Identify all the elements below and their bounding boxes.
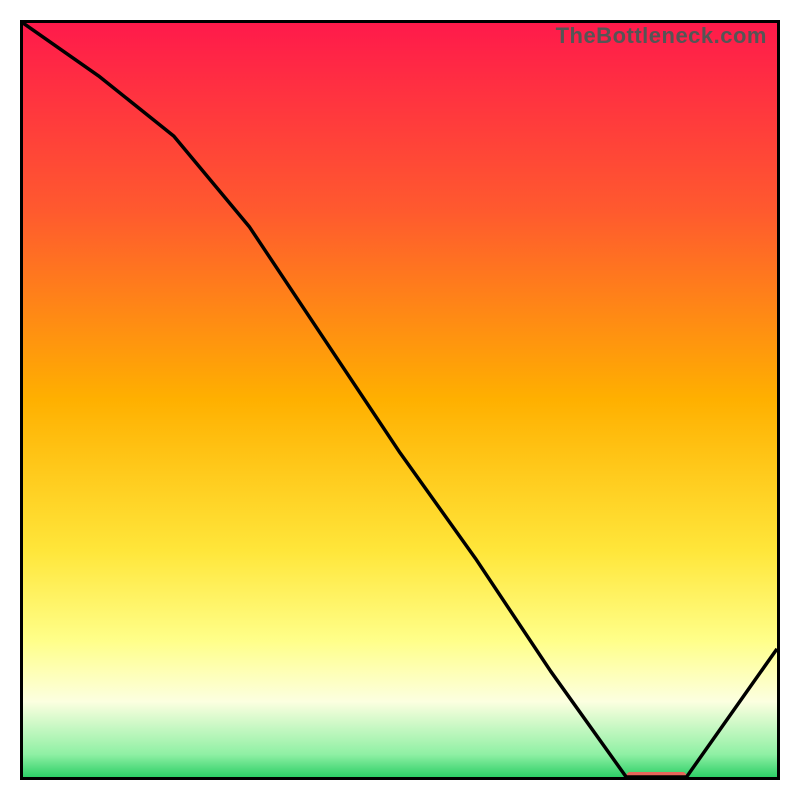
chart-frame: TheBottleneck.com — [20, 20, 780, 780]
chart-plot — [23, 23, 777, 777]
watermark-text: TheBottleneck.com — [556, 23, 767, 49]
gradient-background — [23, 23, 777, 777]
